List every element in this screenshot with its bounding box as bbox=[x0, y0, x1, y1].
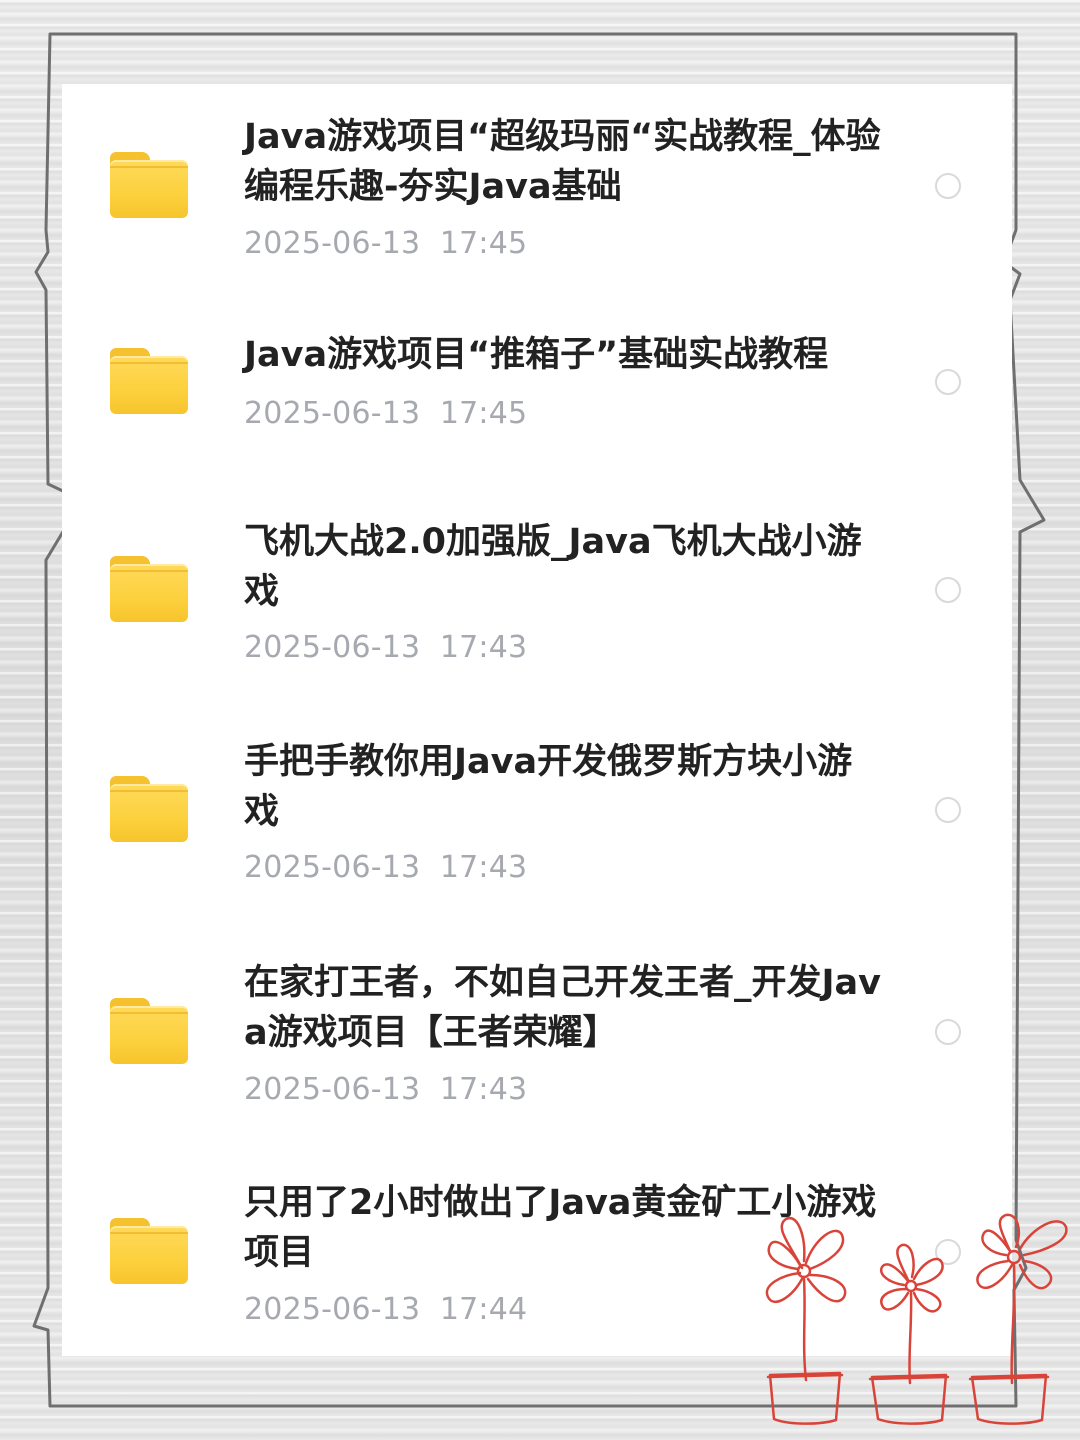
select-radio[interactable] bbox=[935, 173, 961, 199]
flower-pots-doodle bbox=[765, 1213, 1068, 1425]
list-item[interactable]: Java游戏项目“推箱子”基础实战教程 2025-06-13 17:45 bbox=[62, 280, 1012, 456]
folder-icon bbox=[110, 776, 188, 842]
folder-icon bbox=[110, 348, 188, 414]
list-item[interactable]: 手把手教你用Java开发俄罗斯方块小游戏 2025-06-13 17:43 bbox=[62, 720, 1012, 920]
list-item[interactable]: 飞机大战2.0加强版_Java飞机大战小游戏 2025-06-13 17:43 bbox=[62, 500, 1012, 700]
file-list-sheet: Java游戏项目“超级玛丽“实战教程_体验编程乐趣-夯实Java基础 2025-… bbox=[62, 84, 1012, 1356]
select-radio[interactable] bbox=[935, 1019, 961, 1045]
file-date: 2025-06-13 17:44 bbox=[244, 1292, 528, 1327]
file-date: 2025-06-13 17:43 bbox=[244, 1072, 528, 1107]
flower-icon bbox=[968, 1213, 1068, 1425]
select-radio[interactable] bbox=[935, 577, 961, 603]
list-item[interactable]: Java游戏项目“超级玛丽“实战教程_体验编程乐趣-夯实Java基础 2025-… bbox=[62, 84, 1012, 280]
file-title: Java游戏项目“推箱子”基础实战教程 bbox=[244, 335, 829, 375]
folder-icon bbox=[110, 152, 188, 218]
file-date: 2025-06-13 17:43 bbox=[244, 630, 528, 665]
file-date: 2025-06-13 17:43 bbox=[244, 850, 528, 885]
file-date: 2025-06-13 17:45 bbox=[244, 226, 528, 261]
list-item[interactable]: 在家打王者，不如自己开发王者_开发Java游戏项目【王者荣耀】 2025-06-… bbox=[62, 942, 1012, 1142]
select-radio[interactable] bbox=[935, 369, 961, 395]
file-title: 在家打王者，不如自己开发王者_开发Java游戏项目【王者荣耀】 bbox=[244, 963, 881, 1053]
file-title: 飞机大战2.0加强版_Java飞机大战小游戏 bbox=[244, 522, 862, 612]
flower-icon bbox=[765, 1216, 847, 1425]
file-date: 2025-06-13 17:45 bbox=[244, 396, 528, 431]
flower-icon bbox=[868, 1243, 950, 1425]
file-title: Java游戏项目“超级玛丽“实战教程_体验编程乐趣-夯实Java基础 bbox=[244, 117, 881, 207]
folder-icon bbox=[110, 1218, 188, 1284]
file-title: 手把手教你用Java开发俄罗斯方块小游戏 bbox=[244, 742, 853, 832]
folder-icon bbox=[110, 556, 188, 622]
folder-icon bbox=[110, 998, 188, 1064]
select-radio[interactable] bbox=[935, 797, 961, 823]
